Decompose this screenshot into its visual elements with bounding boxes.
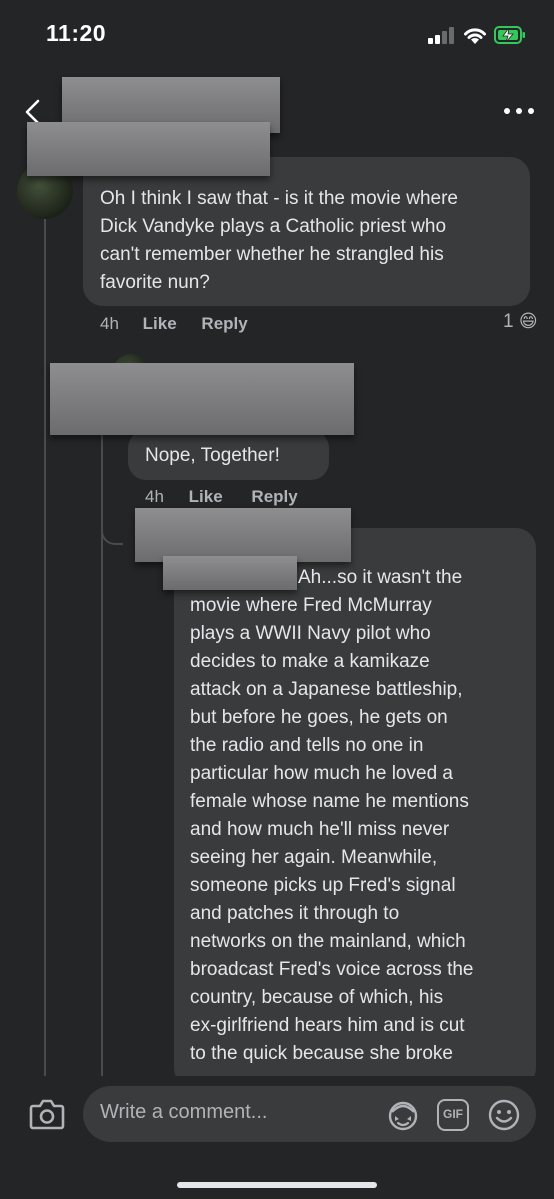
comment-meta: 4h Like Reply — [145, 487, 298, 507]
wifi-icon — [464, 28, 486, 44]
comment-meta: 4h Like Reply — [100, 314, 248, 334]
reaction-summary[interactable]: 1 😄 — [503, 311, 538, 333]
redacted-name — [135, 508, 351, 562]
gif-label: GIF — [443, 1107, 463, 1121]
like-button[interactable]: Like — [189, 487, 223, 506]
comment-time: 4h — [100, 314, 119, 333]
more-options-icon[interactable] — [502, 106, 536, 116]
comment-text: Nope, Together! — [145, 445, 280, 466]
redacted-name — [27, 122, 270, 176]
emoji-icon[interactable] — [487, 1098, 521, 1132]
comment-input-placeholder: Write a comment... — [100, 1101, 268, 1123]
haha-reaction-icon: 😄 — [518, 311, 538, 331]
reply-button[interactable]: Reply — [201, 314, 247, 333]
reaction-count: 1 — [503, 311, 514, 332]
reply-button[interactable]: Reply — [251, 487, 297, 506]
comment-time: 4h — [145, 487, 164, 506]
thread-line — [44, 210, 46, 1090]
gif-button[interactable]: GIF — [437, 1099, 469, 1131]
status-time: 11:20 — [46, 20, 107, 46]
avatar-sticker-icon[interactable] — [386, 1098, 420, 1132]
comment-text: Oh I think I saw that - is it the movie … — [100, 188, 458, 293]
redacted-name — [50, 363, 354, 435]
comment-first-line: Ah...so it wasn't the — [298, 567, 463, 588]
cellular-signal-icon — [428, 26, 458, 44]
comment-text: Ah...so it wasn't the movie where Fred M… — [190, 564, 530, 1068]
thread-connector — [101, 515, 123, 545]
home-indicator — [177, 1182, 377, 1188]
battery-charging-icon — [494, 26, 525, 44]
camera-icon[interactable] — [29, 1097, 65, 1131]
like-button[interactable]: Like — [143, 314, 177, 333]
